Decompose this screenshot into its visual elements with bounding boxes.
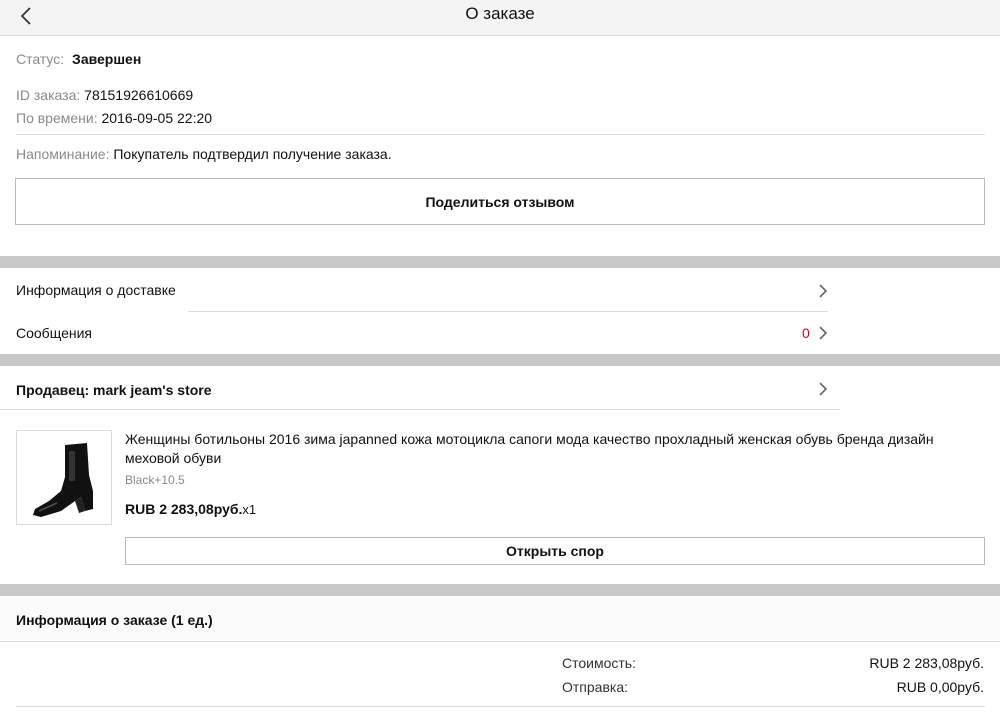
reminder-row: Напоминание: Покупатель подтвердил получ… xyxy=(16,146,392,162)
product-title[interactable]: Женщины ботильоны 2016 зима japanned кож… xyxy=(125,430,985,468)
order-info-header: Информация о заказе (1 ед.) xyxy=(0,597,1000,642)
back-button[interactable] xyxy=(14,4,38,28)
product-price: RUB 2 283,08руб. xyxy=(125,501,243,517)
section-separator xyxy=(0,354,1000,366)
section-separator xyxy=(0,256,1000,268)
price-row: RUB 2 283,08руб.x1 xyxy=(125,501,256,517)
order-id-row: ID заказа: 78151926610669 xyxy=(16,87,193,103)
delivery-info-row[interactable]: Информация о доставке xyxy=(0,269,840,312)
order-time-label: По времени: xyxy=(16,110,98,126)
open-dispute-button[interactable]: Открыть спор xyxy=(125,537,985,565)
messages-label: Сообщения xyxy=(16,325,92,341)
messages-count-badge: 0 xyxy=(802,325,810,341)
reminder-label: Напоминание: xyxy=(16,146,110,162)
messages-row[interactable]: Сообщения 0 xyxy=(0,312,840,354)
share-review-button[interactable]: Поделиться отзывом xyxy=(15,178,985,225)
status-row: Статус: Завершен xyxy=(16,51,141,67)
cost-value: RUB 2 283,08руб. xyxy=(869,655,984,671)
chevron-left-icon xyxy=(20,7,31,25)
chevron-right-icon xyxy=(819,284,828,298)
product-image[interactable] xyxy=(16,430,112,525)
order-id-label: ID заказа: xyxy=(16,87,81,103)
reminder-value: Покупатель подтвердил получение заказа. xyxy=(113,146,392,162)
shipping-value: RUB 0,00руб. xyxy=(896,679,984,695)
divider xyxy=(16,134,985,135)
product-variant: Black+10.5 xyxy=(125,473,185,487)
seller-label: Продавец: mark jeam's store xyxy=(16,382,212,398)
section-separator xyxy=(0,584,1000,596)
product-quantity: x1 xyxy=(242,502,257,517)
divider xyxy=(16,706,985,707)
order-time-row: По времени: 2016-09-05 22:20 xyxy=(16,110,212,126)
chevron-right-icon xyxy=(819,326,828,340)
page-title: О заказе xyxy=(465,4,535,23)
seller-row[interactable]: Продавец: mark jeam's store xyxy=(0,367,840,409)
status-value: Завершен xyxy=(72,51,142,67)
order-id-value: 78151926610669 xyxy=(84,87,194,103)
shipping-label: Отправка: xyxy=(562,679,629,695)
chevron-right-icon xyxy=(819,382,828,396)
delivery-info-label: Информация о доставке xyxy=(16,282,176,298)
order-time-value: 2016-09-05 22:20 xyxy=(101,110,213,126)
order-info-title: Информация о заказе (1 ед.) xyxy=(16,612,213,628)
status-label: Статус: xyxy=(16,51,65,67)
cost-label: Стоимость: xyxy=(562,655,636,671)
divider xyxy=(0,409,840,410)
ankle-boot-icon xyxy=(33,443,93,517)
